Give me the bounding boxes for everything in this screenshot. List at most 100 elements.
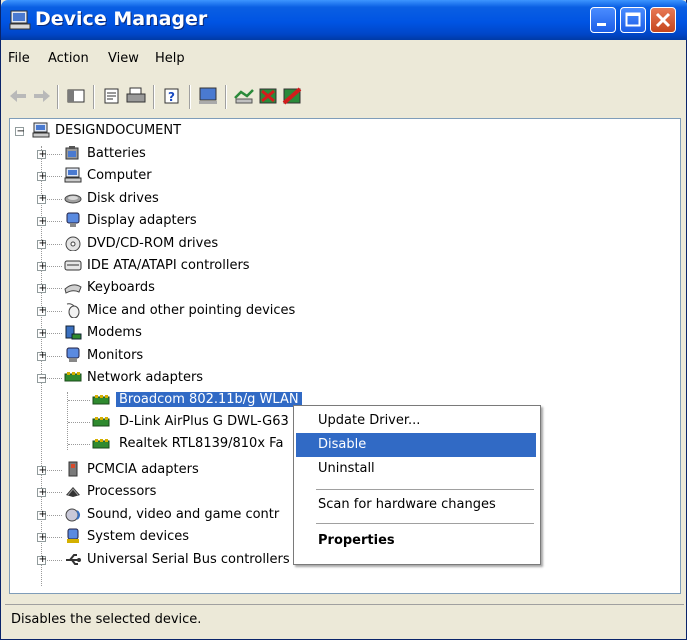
- uninstall-menu-item[interactable]: Uninstall: [296, 457, 536, 481]
- expand-toggle[interactable]: +: [37, 194, 47, 204]
- toolbar-separator: [57, 85, 59, 109]
- expand-toggle[interactable]: +: [37, 555, 47, 565]
- menu-view[interactable]: View: [108, 51, 139, 66]
- expand-toggle[interactable]: +: [37, 532, 47, 543]
- menu-action[interactable]: Action: [48, 51, 89, 66]
- modem-icon: [65, 325, 82, 340]
- tree-category-label: Display adapters: [87, 213, 197, 229]
- expand-toggle[interactable]: +: [37, 149, 47, 159]
- network-adapter-icon: [64, 372, 82, 382]
- tree-device-realtek[interactable]: Realtek RTL8139/810x Fa: [10, 433, 330, 455]
- svg-text:?: ?: [168, 90, 175, 104]
- tree-category-label: Monitors: [87, 347, 144, 363]
- computer-icon: [9, 10, 31, 30]
- maximize-icon: [625, 12, 641, 27]
- computer-icon: [32, 122, 50, 138]
- tree-category-row[interactable]: + Disk drives: [10, 188, 330, 210]
- maximize-button[interactable]: [620, 7, 646, 33]
- properties-menu-item[interactable]: Properties: [296, 529, 536, 553]
- network-adapter-icon: [92, 395, 110, 405]
- tree-device-dlink[interactable]: D-Link AirPlus G DWL-G63: [10, 411, 330, 433]
- back-arrow-icon[interactable]: [7, 86, 29, 106]
- tree-category-row[interactable]: + Processors: [10, 481, 330, 503]
- pcmcia-icon: [68, 461, 78, 477]
- tree-category-label: IDE ATA/ATAPI controllers: [87, 258, 250, 273]
- tree-category-label: Processors: [87, 484, 157, 500]
- menu-item-label: Disable: [318, 437, 367, 452]
- menu-item-label: Update Driver...: [318, 413, 421, 428]
- tree-category-row[interactable]: + Modems: [10, 322, 330, 344]
- cdrom-icon: [65, 236, 81, 251]
- context-menu: Update Driver... Disable Uninstall Scan …: [293, 405, 541, 565]
- tree-category-label: Sound, video and game contr: [87, 506, 280, 522]
- toolbar-separator: [189, 85, 191, 109]
- tree-category-row[interactable]: + Sound, video and game contr: [10, 504, 330, 526]
- close-icon: [655, 12, 671, 28]
- network-adapter-icon: [92, 417, 110, 427]
- tree-category-row[interactable]: + Computer: [10, 165, 330, 187]
- scan-hardware-menu-item[interactable]: Scan for hardware changes: [296, 493, 536, 517]
- computer-management-icon[interactable]: [197, 86, 219, 106]
- tree-root[interactable]: − DESIGNDOCUMENT: [10, 120, 310, 142]
- system-devices-icon: [67, 528, 79, 544]
- tree-category-row[interactable]: − Network adapters: [10, 367, 330, 389]
- collapse-toggle[interactable]: −: [15, 126, 25, 136]
- tree-category-row[interactable]: + Keyboards: [10, 277, 330, 299]
- disable-device-icon[interactable]: [281, 86, 303, 106]
- expand-toggle[interactable]: +: [37, 487, 47, 498]
- tree-category-row[interactable]: + System devices: [10, 526, 330, 548]
- forward-arrow-icon[interactable]: [31, 86, 53, 106]
- tree-category-label: Batteries: [87, 146, 146, 161]
- expand-toggle[interactable]: +: [37, 328, 47, 339]
- menu-separator: [316, 489, 534, 490]
- tree-category-row[interactable]: + IDE ATA/ATAPI controllers: [10, 255, 330, 277]
- disable-menu-item[interactable]: Disable: [296, 433, 536, 457]
- tree-device-broadcom[interactable]: Broadcom 802.11b/g WLAN: [10, 389, 330, 411]
- mouse-icon: [66, 303, 80, 318]
- tree-category-row[interactable]: + Mice and other pointing devices: [10, 300, 330, 322]
- expand-toggle[interactable]: +: [37, 306, 47, 316]
- expand-toggle[interactable]: +: [37, 239, 47, 249]
- minimize-button[interactable]: [590, 7, 616, 33]
- tree-category-row[interactable]: + Display adapters: [10, 210, 330, 232]
- tree-connector: [68, 400, 90, 402]
- tree-category-row[interactable]: + PCMCIA adapters: [10, 459, 330, 481]
- tree-category-label: Disk drives: [87, 190, 159, 206]
- tree-category-label: Network adapters: [87, 370, 204, 385]
- tree-category-label: Modems: [87, 325, 142, 341]
- toolbar-separator: [225, 85, 227, 109]
- status-bar: Disables the selected device.: [5, 604, 684, 633]
- expand-toggle[interactable]: +: [37, 465, 47, 475]
- tree-category-row[interactable]: + Universal Serial Bus controllers: [10, 549, 330, 571]
- update-driver-menu-item[interactable]: Update Driver...: [296, 409, 536, 433]
- title-bar[interactable]: Device Manager: [1, 0, 687, 40]
- show-hide-tree-icon[interactable]: [65, 86, 87, 106]
- expand-toggle[interactable]: +: [37, 351, 47, 361]
- toolbar-separator: [93, 85, 95, 109]
- disk-drive-icon: [64, 194, 82, 204]
- close-button[interactable]: [650, 7, 676, 33]
- tree-category-row[interactable]: + DVD/CD-ROM drives: [10, 233, 330, 255]
- menu-help[interactable]: Help: [155, 51, 185, 66]
- tree-category-label: Universal Serial Bus controllers: [87, 551, 290, 567]
- menu-file[interactable]: File: [8, 51, 30, 66]
- expand-toggle[interactable]: +: [37, 510, 47, 520]
- expand-toggle[interactable]: +: [37, 216, 47, 227]
- expand-toggle[interactable]: +: [37, 171, 47, 182]
- collapse-toggle[interactable]: −: [37, 373, 47, 383]
- expand-toggle[interactable]: +: [37, 261, 47, 271]
- uninstall-icon[interactable]: [257, 86, 279, 106]
- computer-icon: [64, 167, 82, 183]
- toolbar-separator: [153, 85, 155, 109]
- tree-category-row[interactable]: + Monitors: [10, 345, 330, 367]
- tree-connector: [68, 444, 90, 446]
- status-text: Disables the selected device.: [11, 612, 202, 627]
- expand-toggle[interactable]: +: [37, 283, 47, 294]
- print-icon[interactable]: [125, 86, 147, 106]
- help-icon[interactable]: ?: [161, 86, 183, 106]
- properties-icon[interactable]: [101, 86, 123, 106]
- scan-hardware-icon[interactable]: [233, 86, 255, 106]
- tree-category-row[interactable]: + Batteries: [10, 143, 330, 165]
- usb-icon: [66, 553, 81, 565]
- network-adapter-icon: [92, 439, 110, 449]
